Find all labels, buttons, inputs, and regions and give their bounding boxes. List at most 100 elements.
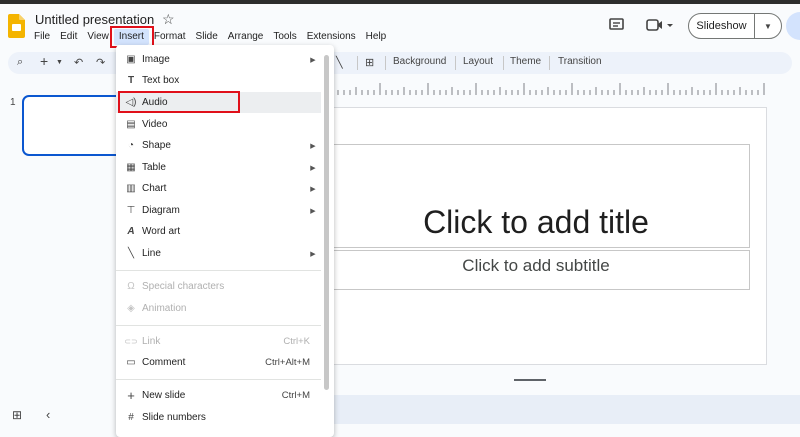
menu-item-label: Shape xyxy=(142,140,171,151)
line-tool-icon[interactable]: ╲ xyxy=(336,56,343,69)
grid-view-icon[interactable]: ⊞ xyxy=(12,408,22,422)
menu-item-chart[interactable]: ▥ Chart ▶ xyxy=(116,178,321,199)
menu-item-new-slide[interactable]: + New slide Ctrl+M xyxy=(116,385,321,406)
menu-tools[interactable]: Tools xyxy=(268,29,301,45)
toolbar-divider xyxy=(549,56,550,70)
menu-item-label: Diagram xyxy=(142,205,180,216)
submenu-arrow-icon: ▶ xyxy=(310,164,316,172)
speaker-notes-panel[interactable] xyxy=(322,395,800,424)
menu-item-shape[interactable]: ◔ Shape ▶ xyxy=(116,135,321,156)
share-button-edge[interactable] xyxy=(786,12,800,40)
hash-icon: # xyxy=(128,412,134,423)
menu-item-special-characters[interactable]: Ω Special characters xyxy=(116,276,321,297)
slide-number: 1 xyxy=(10,97,16,108)
document-title[interactable]: Untitled presentation xyxy=(35,12,154,27)
slideshow-dropdown-icon[interactable]: ▼ xyxy=(755,22,781,31)
menu-item-label: Table xyxy=(142,162,166,173)
background-button[interactable]: Background xyxy=(393,56,446,67)
line-icon: ╲ xyxy=(127,248,135,259)
new-slide-icon[interactable]: + xyxy=(40,53,48,69)
menu-help[interactable]: Help xyxy=(361,29,392,45)
menu-item-label: Slide numbers xyxy=(142,412,206,423)
redo-icon[interactable]: ↷ xyxy=(96,56,105,69)
link-icon: ⊂⊃ xyxy=(124,337,138,346)
menu-format[interactable]: Format xyxy=(149,29,191,45)
speaker-notes-handle[interactable] xyxy=(514,379,546,381)
slideshow-button[interactable]: Slideshow ▼ xyxy=(688,13,782,39)
text-box-icon: T xyxy=(127,75,135,86)
menu-item-comment[interactable]: ▭ Comment Ctrl+Alt+M xyxy=(116,352,321,373)
menu-item-shortcut: Ctrl+Alt+M xyxy=(265,357,310,368)
layout-button[interactable]: Layout xyxy=(463,56,493,67)
menu-extensions[interactable]: Extensions xyxy=(302,29,361,45)
comment-icon: ▭ xyxy=(126,357,136,368)
search-icon[interactable]: ⌕ xyxy=(17,56,23,69)
menu-scrollbar[interactable] xyxy=(324,55,329,390)
menu-item-slide-numbers[interactable]: # Slide numbers xyxy=(116,407,321,428)
add-comment-icon[interactable]: ⊞ xyxy=(365,56,374,69)
menu-file[interactable]: File xyxy=(29,29,55,45)
image-icon: ▣ xyxy=(126,54,136,65)
omega-icon: Ω xyxy=(127,281,135,292)
audio-highlight-box xyxy=(118,91,240,113)
transition-button[interactable]: Transition xyxy=(558,56,602,67)
menu-divider xyxy=(116,270,321,271)
menu-item-word-art[interactable]: A Word art xyxy=(116,221,321,242)
menu-slide[interactable]: Slide xyxy=(191,29,223,45)
submenu-arrow-icon: ▶ xyxy=(310,142,316,150)
submenu-arrow-icon: ▶ xyxy=(310,250,316,258)
menu-item-text-box[interactable]: T Text box xyxy=(116,70,321,91)
menu-item-table[interactable]: ▦ Table ▶ xyxy=(116,157,321,178)
menu-item-label: Image xyxy=(142,54,170,65)
animation-icon: ◈ xyxy=(127,303,135,314)
menu-item-label: Word art xyxy=(142,226,181,237)
menu-item-animation[interactable]: ◈ Animation xyxy=(116,298,321,319)
theme-button[interactable]: Theme xyxy=(510,56,541,67)
collapse-filmstrip-icon[interactable]: ‹ xyxy=(46,407,50,422)
menu-item-shortcut: Ctrl+M xyxy=(281,390,310,401)
meet-video-icon[interactable] xyxy=(646,18,674,32)
new-slide-dropdown-icon[interactable]: ▼ xyxy=(56,59,63,66)
toolbar-divider xyxy=(503,56,504,70)
menu-divider xyxy=(116,325,321,326)
slides-logo-icon[interactable] xyxy=(8,14,25,38)
word-art-icon: A xyxy=(127,226,135,237)
star-icon[interactable]: ☆ xyxy=(162,11,175,28)
toolbar-divider xyxy=(357,56,358,70)
menu-item-label: Video xyxy=(142,119,168,130)
video-icon: ▤ xyxy=(126,119,136,130)
chart-icon: ▥ xyxy=(126,183,136,194)
undo-icon[interactable]: ↶ xyxy=(74,56,83,69)
plus-icon: + xyxy=(127,388,135,403)
subtitle-placeholder-text[interactable]: Click to add subtitle xyxy=(322,256,750,276)
menu-item-video[interactable]: ▤ Video xyxy=(116,114,321,135)
menu-item-image[interactable]: ▣ Image ▶ xyxy=(116,49,321,70)
menu-item-label: Chart xyxy=(142,183,167,194)
title-placeholder-text[interactable]: Click to add title xyxy=(322,204,750,241)
slideshow-label[interactable]: Slideshow xyxy=(689,14,755,38)
comment-history-icon[interactable] xyxy=(609,18,625,32)
menu-item-label: Special characters xyxy=(142,281,225,292)
shape-icon: ◔ xyxy=(127,140,135,151)
menu-divider xyxy=(116,379,321,380)
submenu-arrow-icon: ▶ xyxy=(310,207,316,215)
window-top-edge xyxy=(0,0,800,4)
menu-item-label: Animation xyxy=(142,303,187,314)
menu-bar: File Edit View Insert Format Slide Arran… xyxy=(29,29,391,45)
menu-item-label: Comment xyxy=(142,357,186,368)
menu-item-label: Line xyxy=(142,248,161,259)
menu-item-label: Link xyxy=(142,336,161,347)
toolbar-divider xyxy=(385,56,386,70)
submenu-arrow-icon: ▶ xyxy=(310,56,316,64)
menu-item-shortcut: Ctrl+K xyxy=(283,336,310,347)
menu-item-label: Text box xyxy=(142,75,180,86)
table-icon: ▦ xyxy=(126,162,136,173)
menu-edit[interactable]: Edit xyxy=(55,29,82,45)
submenu-arrow-icon: ▶ xyxy=(310,185,316,193)
horizontal-ruler[interactable] xyxy=(330,83,767,95)
toolbar-divider xyxy=(455,56,456,70)
menu-item-diagram[interactable]: ⊤ Diagram ▶ xyxy=(116,200,321,221)
menu-item-link[interactable]: ⊂⊃ Link Ctrl+K xyxy=(116,331,321,352)
menu-arrange[interactable]: Arrange xyxy=(223,29,269,45)
menu-item-line[interactable]: ╲ Line ▶ xyxy=(116,243,321,264)
